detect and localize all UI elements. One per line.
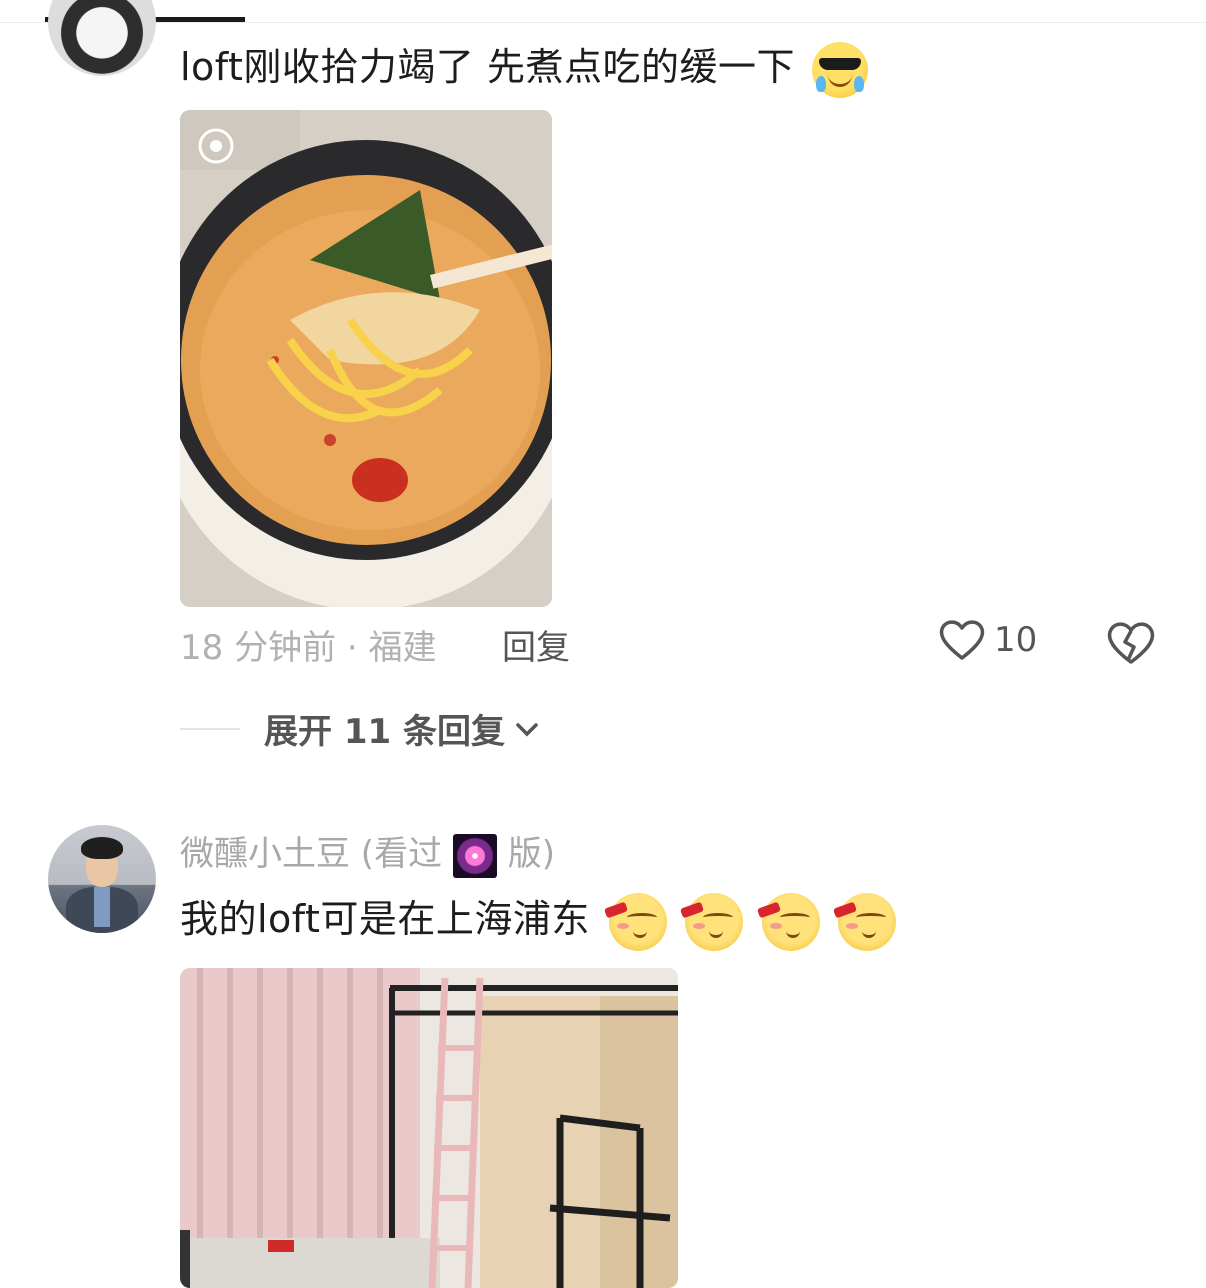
expand-replies-button[interactable]: 展开 11 条回复: [180, 704, 541, 753]
smug-drinking-face-icon: [603, 892, 667, 951]
smug-drinking-face-icon: [680, 892, 744, 951]
top-divider: [0, 22, 1206, 23]
like-button[interactable]: 10: [938, 618, 1037, 662]
heart-icon: [939, 620, 985, 660]
firework-icon: [452, 833, 497, 878]
avatar-hair: [81, 837, 123, 859]
avatar[interactable]: [48, 0, 156, 76]
comment-text: loft刚收拾力竭了 先煮点吃的缓一下: [180, 36, 868, 98]
like-count: 10: [994, 620, 1038, 660]
cool-crying-face-icon: [811, 41, 868, 98]
avatar[interactable]: [48, 825, 156, 933]
comment-body: 我的loft可是在上海浦东: [180, 897, 590, 941]
username[interactable]: 微醺小土豆 (看过 版): [180, 826, 555, 878]
comment-body: loft刚收拾力竭了 先煮点吃的缓一下: [180, 45, 795, 89]
expand-replies-label: 展开 11 条回复: [264, 712, 505, 752]
smug-drinking-face-icon: [756, 892, 820, 951]
avatar-shirt: [94, 887, 110, 927]
smug-drinking-face-icon: [833, 892, 897, 951]
username-suffix: 版): [507, 834, 555, 874]
username-text: 微醺小土豆 (看过: [180, 834, 443, 874]
comment-photo-loft[interactable]: [180, 968, 678, 1288]
dislike-button[interactable]: [1106, 620, 1156, 670]
comment-photo-noodle[interactable]: [180, 110, 552, 607]
broken-heart-icon: [1107, 622, 1155, 664]
noodle-pot-image: [180, 110, 552, 607]
expand-divider: [180, 727, 240, 730]
loft-room-image: [180, 968, 678, 1288]
reply-button[interactable]: 回复: [502, 620, 570, 669]
chevron-down-icon: [516, 722, 538, 736]
comment-meta: 18 分钟前 · 福建: [180, 628, 437, 668]
comment-text: 我的loft可是在上海浦东: [180, 888, 897, 951]
